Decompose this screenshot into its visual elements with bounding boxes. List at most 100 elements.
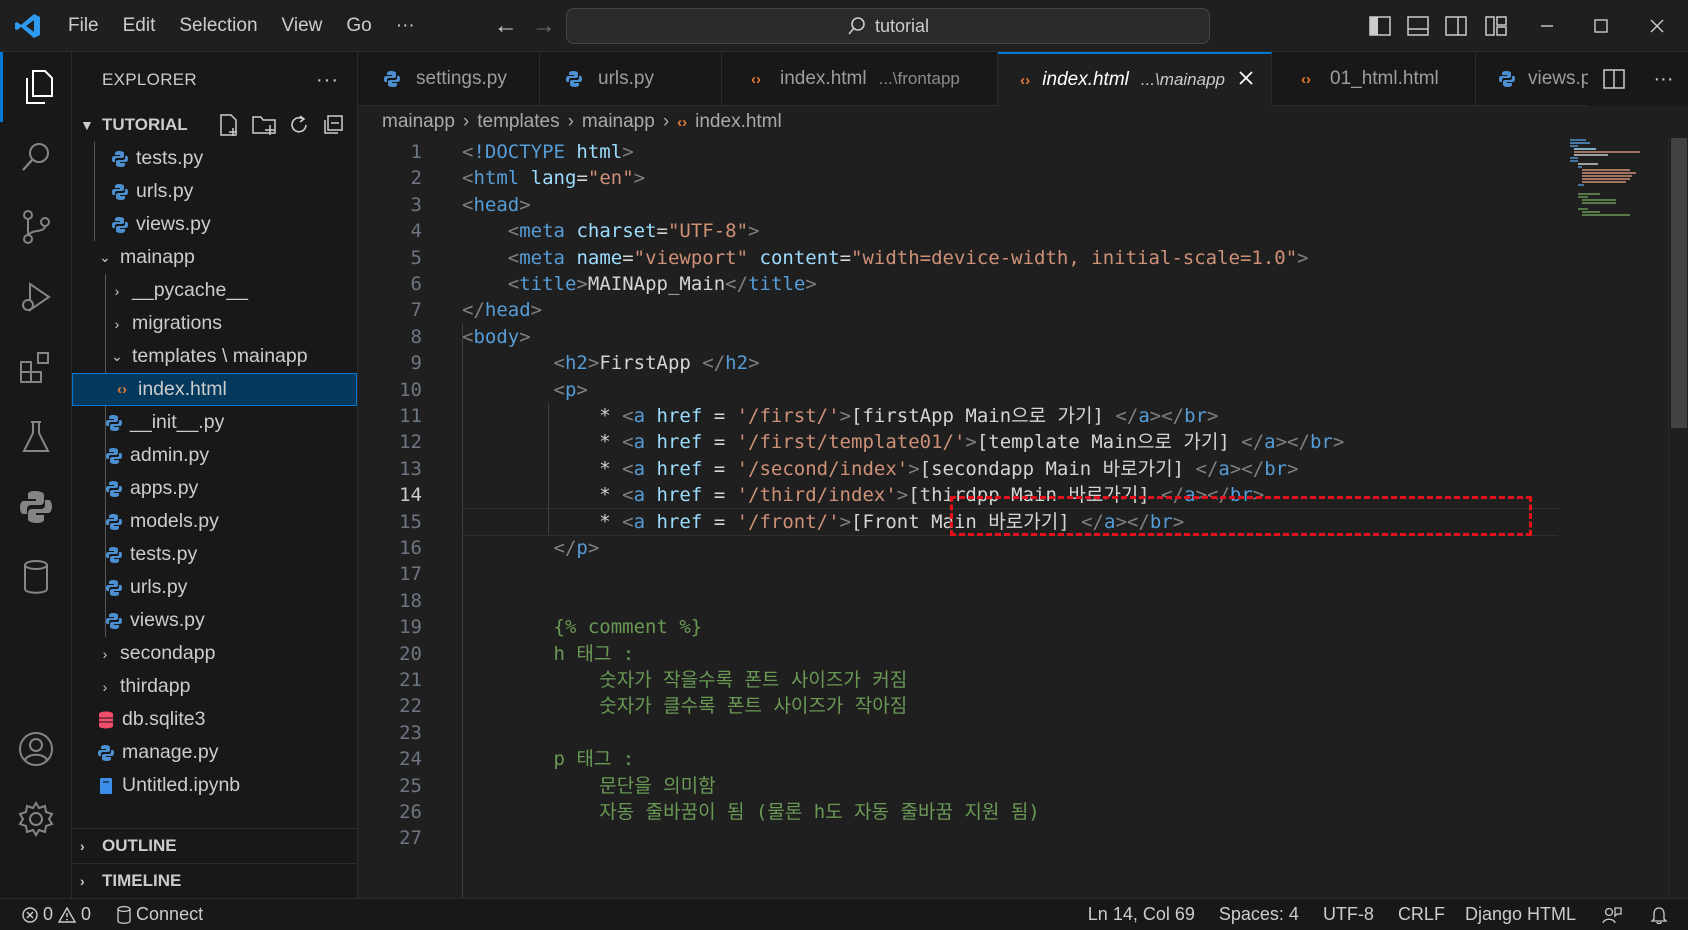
run-and-debug-icon[interactable] [0,262,72,332]
menu-edit[interactable]: Edit [111,0,168,52]
code-line[interactable]: 6 <title>MAINApp_Main</title> [358,270,1558,298]
command-center-search[interactable]: tutorial [566,8,1210,44]
menu-file[interactable]: File [56,0,111,52]
tree-item-untitled-ipynb[interactable]: Untitled.ipynb [72,769,357,802]
code-line[interactable]: 27 [358,824,1558,852]
tree-folder-mainapp[interactable]: ⌄ mainapp [72,241,357,274]
indentation-status[interactable]: Spaces: 4 [1209,904,1309,925]
vertical-scrollbar[interactable] [1668,138,1688,898]
search-icon[interactable] [0,122,72,192]
menu-go[interactable]: Go [334,0,383,52]
code-line[interactable]: 11 * <a href = '/first/'>[firstApp Main으… [358,402,1558,430]
menu-more[interactable]: ··· [384,0,427,52]
outline-section-header[interactable]: › OUTLINE [72,829,358,863]
code-line[interactable]: 5 <meta name="viewport" content="width=d… [358,244,1558,272]
tree-item-init-py[interactable]: __init__.py [72,406,357,439]
code-editor[interactable]: 1 <!DOCTYPE html> 2 <html lang="en"> 3 <head>… [358,138,1688,898]
toggle-panel-icon[interactable] [1402,0,1434,52]
breadcrumb-item[interactable]: templates [477,111,559,133]
customize-layout-icon[interactable] [1480,0,1512,52]
code-line[interactable]: 18 [358,587,1558,615]
back-arrow-icon[interactable]: ← [487,12,525,40]
settings-gear-icon[interactable] [0,784,72,854]
feedback-icon[interactable] [1592,906,1632,924]
source-control-icon[interactable] [0,192,72,262]
breadcrumb-item[interactable]: mainapp [582,111,655,133]
menu-selection[interactable]: Selection [167,0,269,52]
tree-folder-migrations[interactable]: › migrations [72,307,357,340]
language-mode[interactable]: Django HTML [1455,904,1586,925]
code-line[interactable]: 16 </p> [358,534,1558,562]
minimap[interactable] [1560,138,1660,898]
connect-status[interactable]: Connect [107,904,213,925]
close-tab-icon[interactable] [1239,69,1253,91]
cursor-position[interactable]: Ln 14, Col 69 [1078,904,1205,925]
close-window-icon[interactable] [1636,0,1678,52]
tab-settings-py[interactable]: settings.py [358,52,540,106]
tree-item-tests-py[interactable]: tests.py [72,142,357,175]
toggle-primary-sidebar-icon[interactable] [1364,0,1396,52]
collapse-all-icon[interactable] [321,113,345,137]
code-line[interactable]: 4 <meta charset="UTF-8"> [358,217,1558,245]
tree-item-admin-py[interactable]: admin.py [72,439,357,472]
tab-index-html-mainapp[interactable]: ‹› index.html ...\mainapp [998,52,1272,106]
encoding-status[interactable]: UTF-8 [1313,904,1384,925]
code-line[interactable]: 20 h 태그 : [358,640,1558,668]
code-line[interactable]: 12 * <a href = '/first/template01/'>[tem… [358,428,1558,456]
new-folder-icon[interactable] [251,113,277,137]
problems-indicator[interactable]: 0 0 [0,904,101,925]
accounts-icon[interactable] [0,714,72,784]
explorer-files-icon[interactable] [0,52,72,122]
tab-views-py[interactable]: views.py [1476,52,1596,106]
tree-folder-pycache[interactable]: › __pycache__ [72,274,357,307]
code-line[interactable]: 25 문단을 의미함 [358,772,1558,800]
code-line[interactable]: 22 숫자가 클수록 폰트 사이즈가 작아짐 [358,692,1558,720]
tree-item-models-py[interactable]: models.py [72,505,357,538]
notifications-bell-icon[interactable] [1640,906,1688,924]
breadcrumb-item[interactable]: mainapp [382,111,455,133]
code-line[interactable]: 7 </head> [358,296,1558,324]
timeline-section-header[interactable]: › TIMELINE [72,863,358,897]
minimize-icon[interactable] [1526,0,1568,52]
tab-index-html-frontapp[interactable]: ‹› index.html ...\frontapp [722,52,998,106]
tab-01-html-html[interactable]: ‹› 01_html.html [1272,52,1476,106]
code-line[interactable]: 9 <h2>FirstApp </h2> [358,349,1558,377]
code-line[interactable]: 23 [358,719,1558,747]
tree-item-urls-py[interactable]: urls.py [72,571,357,604]
code-line[interactable]: 3 <head> [358,191,1558,219]
code-line[interactable]: 10 <p> [358,376,1558,404]
split-editor-icon[interactable] [1602,69,1625,89]
breadcrumb-item[interactable]: index.html [695,111,782,133]
tree-item-views-py[interactable]: views.py [72,208,357,241]
code-line[interactable]: 24 p 태그 : [358,745,1558,773]
maximize-icon[interactable] [1580,0,1622,52]
code-line[interactable]: 21 숫자가 작을수록 폰트 사이즈가 커짐 [358,666,1558,694]
forward-arrow-icon[interactable]: → [525,12,563,40]
tree-item-index-html[interactable]: ‹› index.html [72,373,357,406]
tree-folder-secondapp[interactable]: › secondapp [72,637,357,670]
refresh-icon[interactable] [287,113,311,137]
tree-item-db-sqlite3[interactable]: db.sqlite3 [72,703,357,736]
explorer-more-button[interactable]: ··· [316,69,339,92]
python-icon[interactable] [0,472,72,542]
tree-item-views-py[interactable]: views.py [72,604,357,637]
tab-urls-py[interactable]: urls.py [540,52,722,106]
code-line[interactable]: 8 <body> [358,323,1558,351]
code-line[interactable]: 19 {% comment %} [358,613,1558,641]
tree-item-apps-py[interactable]: apps.py [72,472,357,505]
code-line[interactable]: 2 <html lang="en"> [358,164,1558,192]
tree-item-manage-py[interactable]: manage.py [72,736,357,769]
toggle-secondary-sidebar-icon[interactable] [1440,0,1472,52]
tree-item-urls-py[interactable]: urls.py [72,175,357,208]
tree-item-tests-py[interactable]: tests.py [72,538,357,571]
database-icon[interactable] [0,542,72,612]
menu-view[interactable]: View [270,0,335,52]
scrollbar-thumb[interactable] [1671,138,1687,428]
tree-folder-thirdapp[interactable]: › thirdapp [72,670,357,703]
code-line[interactable]: 1 <!DOCTYPE html> [358,138,1558,166]
editor-more-actions-icon[interactable]: ··· [1654,68,1674,91]
tree-folder-templates-mainapp[interactable]: ⌄ templates \ mainapp [72,340,357,373]
code-line[interactable]: 17 [358,560,1558,588]
new-file-icon[interactable] [217,113,241,137]
extensions-icon[interactable] [0,332,72,402]
